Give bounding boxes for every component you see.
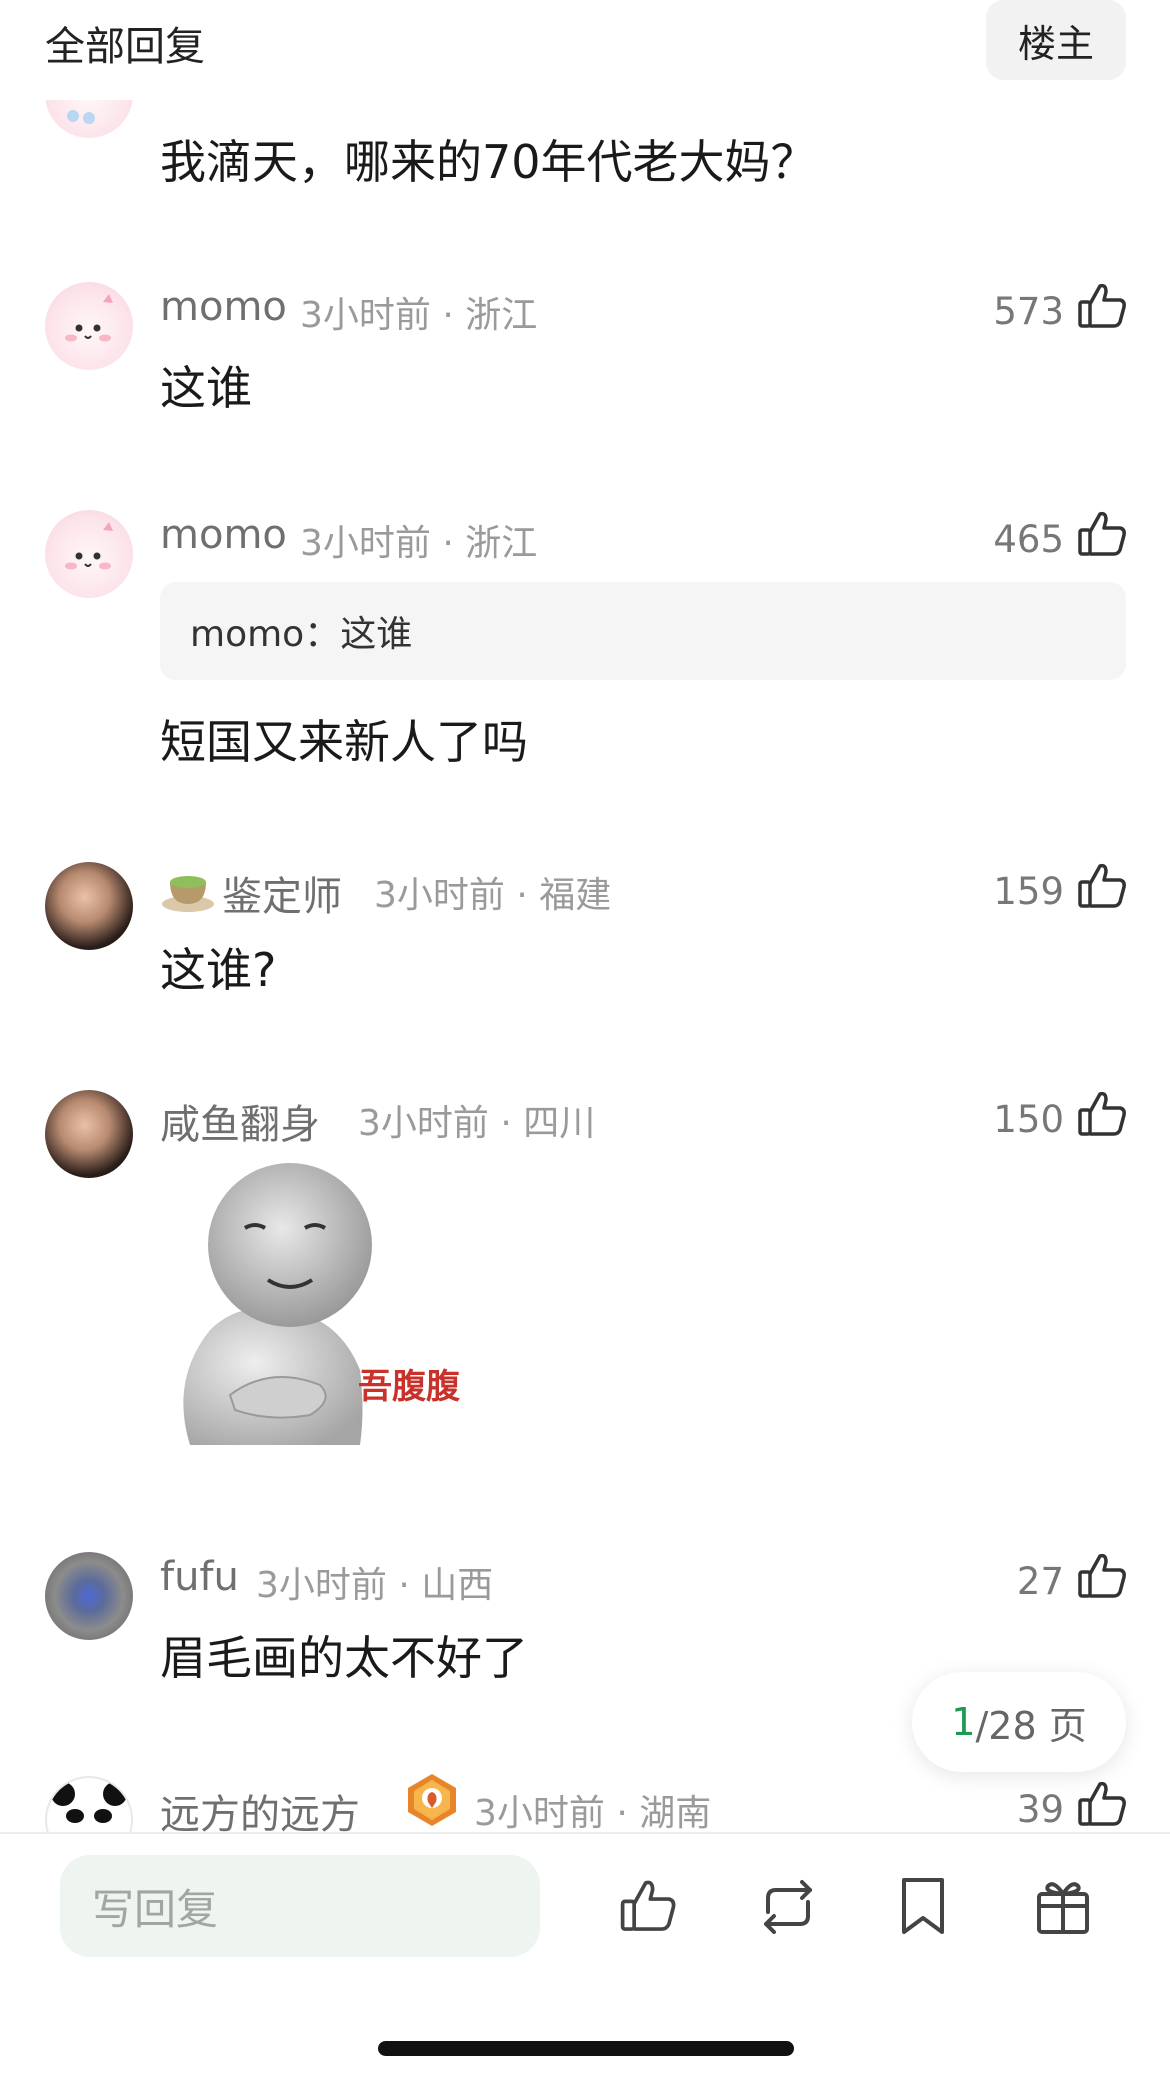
like-count: 39 <box>1016 1788 1064 1831</box>
bottom-divider <box>0 1832 1170 1834</box>
page-indicator[interactable]: 1/28 页 <box>912 1672 1126 1772</box>
comment-text: 短国又来新人了吗 <box>160 715 528 769</box>
like-count: 159 <box>993 870 1064 913</box>
page-title: 全部回复 <box>45 24 205 70</box>
avatar[interactable] <box>45 282 133 370</box>
eagle-badge-icon <box>404 1772 460 1832</box>
avatar[interactable] <box>45 510 133 598</box>
total-pages: /28 页 <box>975 1703 1087 1748</box>
like-count: 573 <box>993 290 1064 333</box>
like-count: 27 <box>1016 1560 1064 1603</box>
comment-meta: 3小时前 · 湖南 <box>474 1793 712 1834</box>
comment-meta: 3小时前 · 山西 <box>256 1565 494 1606</box>
comment-text: 眉毛画的太不好了 <box>160 1631 528 1685</box>
thumb-up-icon[interactable] <box>1076 508 1128 560</box>
sticker-caption: 吾腹腹 <box>358 1367 461 1407</box>
username[interactable]: momo <box>160 512 287 558</box>
thumb-up-icon[interactable] <box>1076 1088 1128 1140</box>
quoted-reply[interactable]: momo：这谁 <box>160 582 1126 680</box>
comment-meta: 3小时前 · 浙江 <box>300 295 538 336</box>
comment-text: 这谁 <box>160 361 252 415</box>
like-count: 150 <box>993 1098 1064 1141</box>
reply-input[interactable]: 写回复 <box>60 1855 540 1957</box>
thumb-up-icon[interactable] <box>1076 1778 1128 1830</box>
thumb-up-icon[interactable] <box>1076 1550 1128 1602</box>
avatar[interactable] <box>45 862 133 950</box>
home-indicator <box>378 2041 794 2056</box>
like-count: 465 <box>993 518 1064 561</box>
repost-icon[interactable] <box>754 1878 822 1936</box>
comment-text: 这谁? <box>160 943 277 997</box>
comment-meta: 3小时前 · 福建 <box>374 875 612 916</box>
current-page: 1 <box>951 1700 976 1744</box>
comment-meta: 3小时前 · 浙江 <box>300 523 538 564</box>
bookmark-icon[interactable] <box>898 1876 948 1936</box>
thumb-up-icon[interactable] <box>1076 860 1128 912</box>
op-only-button[interactable]: 楼主 <box>986 0 1126 80</box>
tea-cup-icon <box>160 864 216 920</box>
sticker-image[interactable]: 吾腹腹 <box>160 1160 490 1445</box>
username[interactable]: fufu <box>160 1554 239 1600</box>
username[interactable]: momo <box>160 284 287 330</box>
thumb-up-icon[interactable] <box>1076 280 1128 332</box>
avatar[interactable] <box>45 1552 133 1640</box>
username[interactable]: 鉴定师 <box>222 864 342 922</box>
comment-text: 我滴天，哪来的70年代老大妈？ <box>160 135 817 189</box>
comment-meta: 3小时前 · 四川 <box>358 1103 596 1144</box>
gift-icon[interactable] <box>1034 1874 1092 1936</box>
username[interactable]: 咸鱼翻身 <box>160 1092 320 1150</box>
avatar[interactable] <box>45 1090 133 1178</box>
thumb-up-icon[interactable] <box>618 1876 678 1936</box>
